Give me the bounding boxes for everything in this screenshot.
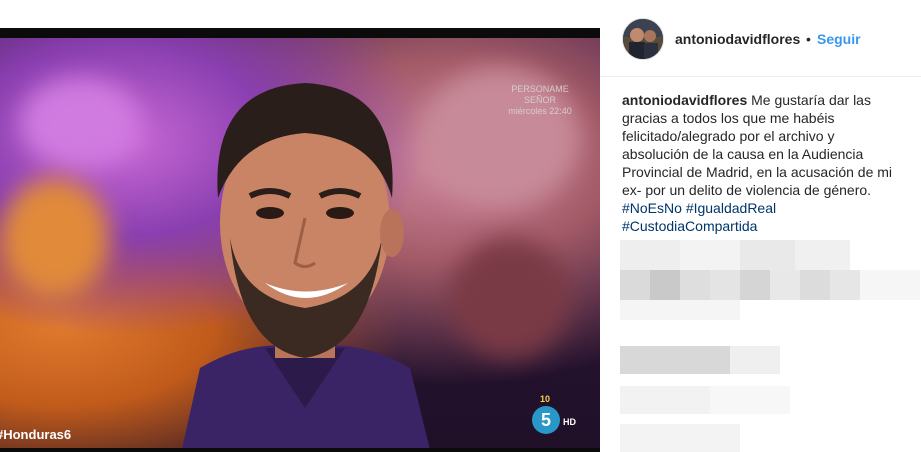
hashtag-link[interactable]: #IgualdadReal bbox=[686, 200, 776, 216]
hd-badge: HD bbox=[563, 417, 576, 427]
tv-program-watermark: PERSONAME SEÑOR miércoles 22:40 bbox=[500, 84, 580, 117]
media-top-margin bbox=[0, 0, 600, 28]
post-header: antoniodavidflores • Seguir bbox=[600, 0, 921, 77]
post-sidebar: antoniodavidflores • Seguir antoniodavid… bbox=[600, 0, 921, 452]
hashtag-link[interactable]: #NoEsNo bbox=[622, 200, 682, 216]
watermark-line-3: miércoles 22:40 bbox=[508, 106, 572, 116]
separator-dot: • bbox=[806, 31, 811, 47]
post-photo[interactable]: PERSONAME SEÑOR miércoles 22:40 #Hondura… bbox=[0, 28, 600, 452]
tv-hashtag: #Honduras6 bbox=[0, 427, 72, 442]
age-rating: 10 bbox=[540, 394, 551, 404]
post-caption: antoniodavidflores Me gustaría dar las g… bbox=[622, 91, 905, 235]
pixelated-comments-area bbox=[600, 236, 921, 452]
avatar-image bbox=[623, 19, 663, 59]
channel-logo-icon: 5 bbox=[532, 406, 560, 434]
post-media[interactable]: PERSONAME SEÑOR miércoles 22:40 #Hondura… bbox=[0, 0, 600, 452]
username-link[interactable]: antoniodavidflores bbox=[675, 31, 800, 47]
smiling-man-image bbox=[182, 83, 430, 448]
avatar[interactable] bbox=[622, 18, 664, 60]
follow-button[interactable]: Seguir bbox=[817, 31, 861, 47]
hashtag-link[interactable]: #CustodiaCompartida bbox=[622, 218, 757, 234]
watermark-line-2: SEÑOR bbox=[523, 95, 556, 105]
watermark-line-1: PERSONAME bbox=[511, 84, 569, 94]
caption-username-link[interactable]: antoniodavidflores bbox=[622, 92, 747, 108]
tv-screen-image: PERSONAME SEÑOR miércoles 22:40 #Hondura… bbox=[0, 38, 600, 448]
